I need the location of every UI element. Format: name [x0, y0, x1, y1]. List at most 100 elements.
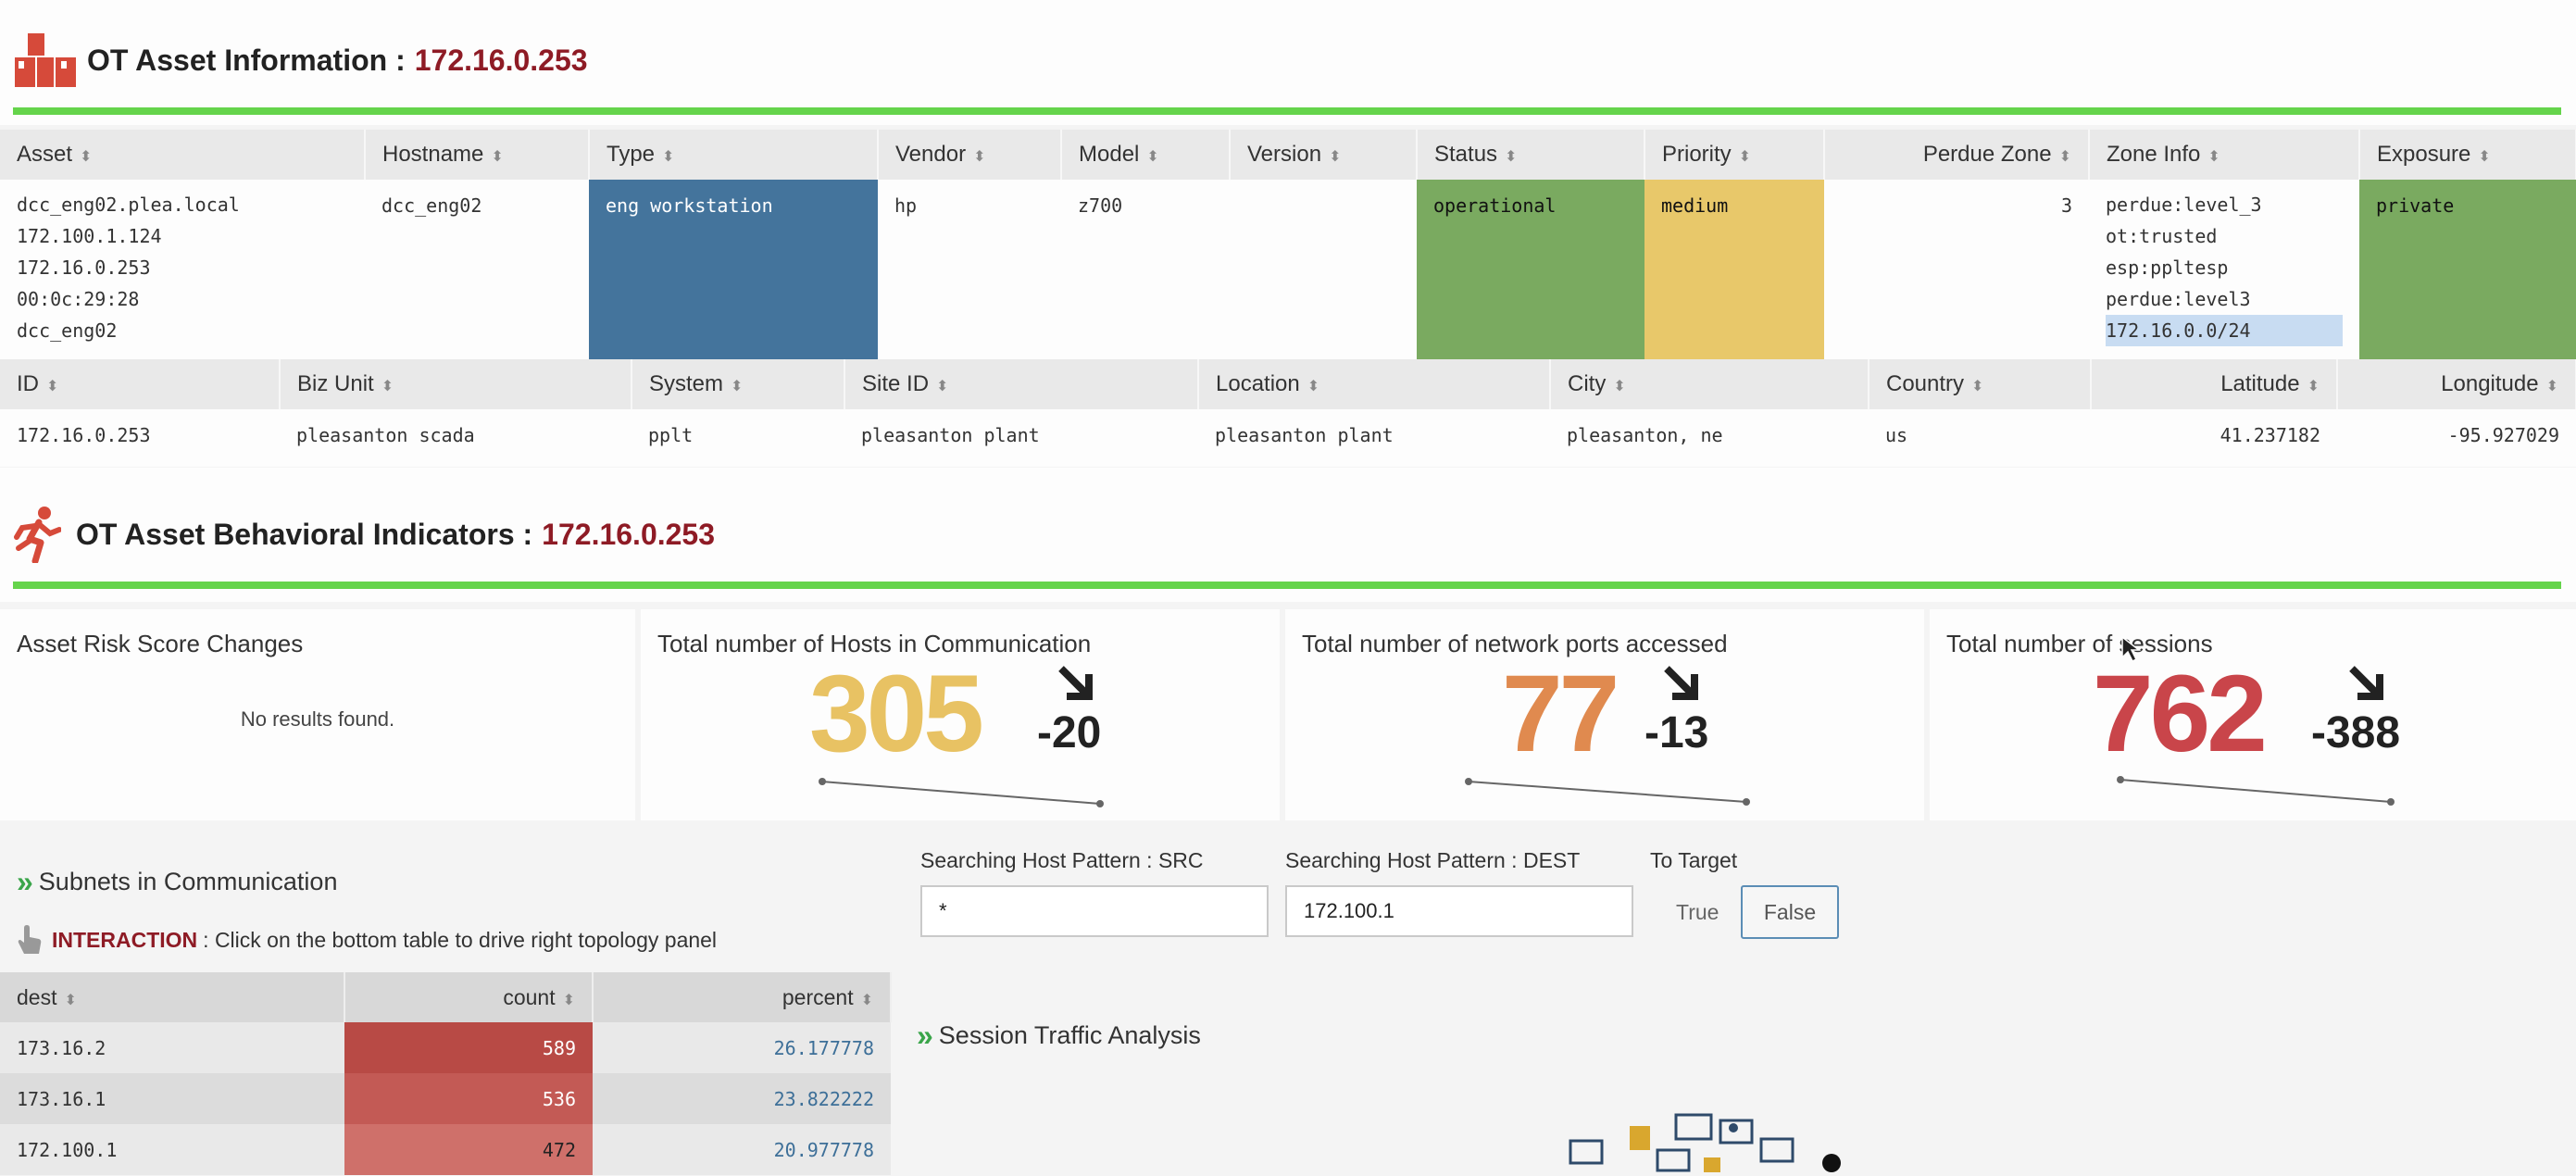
col-system[interactable]: System ⬍	[631, 359, 845, 409]
cell-system: pplt	[631, 409, 844, 467]
dest-pattern-input[interactable]: 172.100.1	[1285, 885, 1633, 937]
cell-count: 472	[344, 1124, 593, 1175]
sort-icon[interactable]: ⬍	[973, 149, 985, 165]
sort-icon[interactable]: ⬍	[381, 379, 394, 394]
cell-country: us	[1869, 409, 2091, 467]
sort-icon[interactable]: ⬍	[1613, 379, 1625, 394]
asset-info-ip: 172.16.0.253	[414, 43, 588, 77]
table-row[interactable]: 172.16.0.253 pleasanton scada pplt pleas…	[0, 409, 2576, 467]
subnets-table: dest ⬍ count ⬍ percent ⬍ 173.16.2 589 26.17…	[0, 972, 892, 1175]
asset-location-table: ID ⬍ Biz Unit ⬍ System ⬍ Site ID ⬍ Location ⬍…	[0, 359, 2576, 467]
sort-icon[interactable]: ⬍	[2307, 379, 2320, 394]
cell-biz-unit: pleasanton scada	[280, 409, 631, 467]
sort-icon[interactable]: ⬍	[936, 379, 948, 394]
cell-percent: 20.977778	[593, 1124, 891, 1175]
sort-icon[interactable]: ⬍	[80, 149, 92, 165]
behavior-title: OT Asset Behavioral Indicators : 172.16.…	[13, 506, 715, 563]
table-row[interactable]: 173.16.1 536 23.822222	[0, 1073, 891, 1124]
col-count[interactable]: count ⬍	[344, 972, 594, 1022]
sort-icon[interactable]: ⬍	[1505, 149, 1517, 165]
sort-icon[interactable]: ⬍	[46, 379, 58, 394]
col-exposure[interactable]: Exposure ⬍	[2359, 130, 2576, 180]
col-city[interactable]: City ⬍	[1550, 359, 1869, 409]
col-status[interactable]: Status ⬍	[1417, 130, 1645, 180]
cell-count: 536	[344, 1073, 593, 1124]
kpi-value: 77	[1502, 653, 1619, 775]
asset-info-title-text: OT Asset Information :	[87, 43, 406, 77]
col-asset[interactable]: Asset ⬍	[0, 130, 366, 180]
cell-version	[1230, 180, 1417, 361]
col-id[interactable]: ID ⬍	[0, 359, 281, 409]
col-percent[interactable]: percent ⬍	[593, 972, 892, 1022]
cell-dest: 173.16.1	[0, 1073, 344, 1124]
kpi-value: 305	[809, 653, 984, 775]
kpi-delta: -13	[1644, 708, 1709, 757]
trend-down-arrow-icon	[1058, 666, 1093, 700]
sort-icon[interactable]: ⬍	[2059, 149, 2071, 165]
double-chevron-icon: »	[17, 865, 33, 898]
sort-icon[interactable]: ⬍	[1307, 379, 1319, 394]
sort-icon[interactable]: ⬍	[662, 149, 674, 165]
col-country[interactable]: Country ⬍	[1869, 359, 2092, 409]
user-icon	[1729, 1123, 1738, 1132]
selected-text: 172.16.0.0/24	[2106, 315, 2343, 346]
cell-city: pleasanton, ne	[1550, 409, 1869, 467]
network-topology-graph[interactable]	[1565, 1093, 1880, 1176]
cell-perdue-zone: 3	[1824, 180, 2089, 361]
subnets-title: » Subnets in Communication	[17, 865, 337, 899]
table-row[interactable]: 173.16.2 589 26.177778	[0, 1022, 891, 1073]
kpi-sessions-panel: Total number of sessions 762 -388	[1930, 609, 2576, 820]
behavior-ip: 172.16.0.253	[542, 517, 716, 551]
col-priority[interactable]: Priority ⬍	[1644, 130, 1825, 180]
col-site-id[interactable]: Site ID ⬍	[844, 359, 1199, 409]
mouse-cursor-icon	[2121, 635, 2141, 663]
col-hostname[interactable]: Hostname ⬍	[365, 130, 590, 180]
col-longitude[interactable]: Longitude ⬍	[2337, 359, 2576, 409]
sort-icon[interactable]: ⬍	[861, 993, 873, 1008]
sort-icon[interactable]: ⬍	[64, 993, 76, 1008]
sort-icon[interactable]: ⬍	[1971, 379, 1983, 394]
sparkline	[2117, 776, 2395, 806]
sparkline	[1465, 778, 1750, 806]
col-perdue-zone[interactable]: Perdue Zone ⬍	[1824, 130, 2090, 180]
cell-latitude: 41.237182	[2091, 409, 2337, 467]
trend-down-arrow-icon	[1664, 666, 1698, 700]
cell-zone-info: perdue:level_3 ot:trusted esp:ppltesp pe…	[2089, 180, 2359, 361]
col-type[interactable]: Type ⬍	[589, 130, 879, 180]
kpi-ports-panel: Total number of network ports accessed 7…	[1285, 609, 1924, 820]
col-version[interactable]: Version ⬍	[1230, 130, 1418, 180]
col-location[interactable]: Location ⬍	[1198, 359, 1551, 409]
table-row[interactable]: 172.100.1 472 20.977778	[0, 1124, 891, 1175]
target-true-option[interactable]: True	[1676, 900, 1719, 925]
sort-icon[interactable]: ⬍	[2546, 379, 2558, 394]
sort-icon[interactable]: ⬍	[1146, 149, 1158, 165]
col-biz-unit[interactable]: Biz Unit ⬍	[280, 359, 632, 409]
panel-title: Asset Risk Score Changes	[17, 630, 304, 657]
col-vendor[interactable]: Vendor ⬍	[878, 130, 1062, 180]
cell-dest: 173.16.2	[0, 1022, 344, 1073]
col-zone-info[interactable]: Zone Info ⬍	[2089, 130, 2360, 180]
col-latitude[interactable]: Latitude ⬍	[2091, 359, 2338, 409]
cell-location: pleasanton plant	[1198, 409, 1550, 467]
sparkline	[819, 778, 1104, 807]
col-model[interactable]: Model ⬍	[1061, 130, 1231, 180]
col-dest[interactable]: dest ⬍	[0, 972, 345, 1022]
target-label: To Target	[1650, 848, 1738, 872]
sort-icon[interactable]: ⬍	[731, 379, 743, 394]
sort-icon[interactable]: ⬍	[491, 149, 503, 165]
cell-asset: dcc_eng02.plea.local 172.100.1.124 172.1…	[0, 180, 365, 361]
sort-icon[interactable]: ⬍	[563, 993, 575, 1008]
cell-type: eng workstation	[589, 180, 878, 361]
sort-icon[interactable]: ⬍	[1739, 149, 1751, 165]
src-pattern-input[interactable]: *	[920, 885, 1269, 937]
sort-icon[interactable]: ⬍	[2207, 149, 2220, 165]
no-results-text: No results found.	[240, 707, 395, 731]
pointing-hand-icon	[18, 925, 42, 954]
cell-count: 589	[344, 1022, 593, 1073]
sort-icon[interactable]: ⬍	[1329, 149, 1341, 165]
kpi-delta: -388	[2311, 708, 2401, 757]
table-row[interactable]: dcc_eng02.plea.local 172.100.1.124 172.1…	[0, 180, 2576, 361]
target-false-option[interactable]: False	[1741, 885, 1839, 939]
behavior-title-text: OT Asset Behavioral Indicators :	[76, 517, 533, 551]
sort-icon[interactable]: ⬍	[2478, 149, 2490, 165]
